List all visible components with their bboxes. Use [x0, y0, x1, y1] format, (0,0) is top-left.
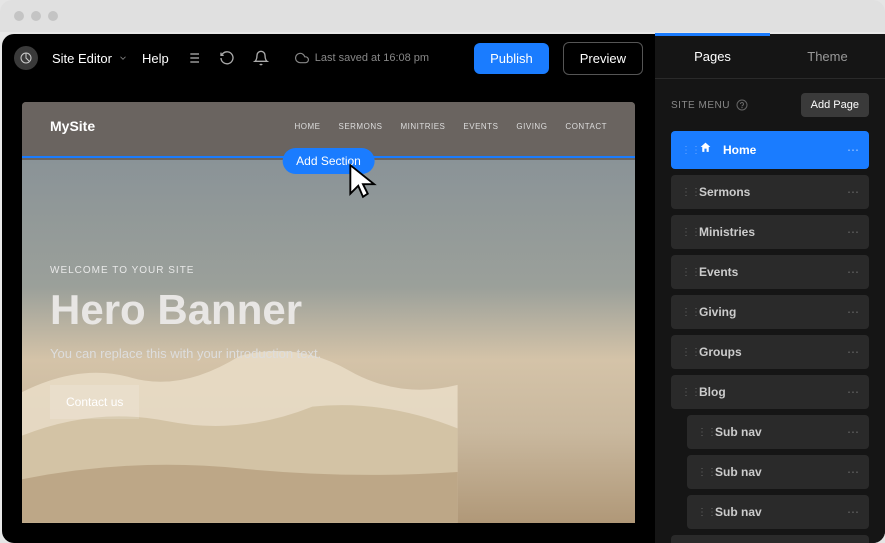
page-item[interactable]: ⋮⋮ Sub nav ⋯: [687, 455, 869, 489]
browser-frame: Site Editor Help Last saved at 16:0: [0, 0, 885, 543]
site-logo-text: MySite: [50, 118, 95, 134]
drag-handle-icon[interactable]: ⋮⋮: [681, 347, 689, 358]
tab-theme[interactable]: Theme: [770, 34, 885, 78]
app-window: Site Editor Help Last saved at 16:0: [2, 34, 885, 543]
page-item-label: Events: [699, 265, 837, 279]
hero-section: WELCOME TO YOUR SITE Hero Banner You can…: [22, 160, 635, 523]
hero-eyebrow: WELCOME TO YOUR SITE: [50, 265, 607, 276]
page-item-label: Blog: [699, 385, 837, 399]
page-list: ⋮⋮Home⋯⋮⋮Sermons⋯⋮⋮Ministries⋯⋮⋮Events⋯⋮…: [655, 131, 885, 543]
page-item[interactable]: ⋮⋮ Home ⋯: [671, 131, 869, 169]
list-icon: [185, 50, 201, 66]
site-header: MySite HOME SERMONS MINITRIES EVENTS GIVING C…: [22, 102, 635, 150]
page-item[interactable]: ⋮⋮Contact⋯: [671, 535, 869, 543]
tab-pages[interactable]: Pages: [655, 34, 770, 78]
save-status-text: Last saved at 16:08 pm: [315, 52, 429, 64]
drag-handle-icon[interactable]: ⋮⋮: [681, 187, 689, 198]
more-options-icon[interactable]: ⋯: [847, 305, 859, 319]
drag-handle-icon[interactable]: ⋮⋮: [681, 267, 689, 278]
compass-icon: [20, 52, 32, 64]
page-item[interactable]: ⋮⋮ Sub nav ⋯: [687, 415, 869, 449]
drag-handle-icon[interactable]: ⋮⋮: [681, 227, 689, 238]
publish-button[interactable]: Publish: [474, 43, 549, 74]
list-button[interactable]: [183, 48, 203, 68]
more-options-icon[interactable]: ⋯: [847, 385, 859, 399]
chevron-down-icon: [118, 53, 128, 63]
page-item-label: Groups: [699, 345, 837, 359]
cloud-icon: [295, 51, 309, 65]
more-options-icon[interactable]: ⋯: [847, 505, 859, 519]
page-item-label: Ministries: [699, 225, 837, 239]
cursor-pointer-icon: [344, 162, 382, 205]
page-item[interactable]: ⋮⋮ Blog ⋯: [671, 375, 869, 409]
add-page-button[interactable]: Add Page: [801, 93, 869, 117]
site-canvas[interactable]: MySite HOME SERMONS MINITRIES EVENTS GIVING C…: [22, 102, 635, 523]
more-options-icon[interactable]: ⋯: [847, 185, 859, 199]
page-item[interactable]: ⋮⋮ Giving ⋯: [671, 295, 869, 329]
home-icon: [699, 141, 713, 159]
hero-title: Hero Banner: [50, 286, 607, 334]
site-editor-dropdown[interactable]: Site Editor: [52, 51, 128, 66]
help-label: Help: [142, 51, 169, 66]
page-item-label: Sub nav: [715, 465, 837, 479]
page-item-label: Sub nav: [715, 425, 837, 439]
drag-handle-icon[interactable]: ⋮⋮: [681, 387, 689, 398]
site-nav: HOME SERMONS MINITRIES EVENTS GIVING CONTACT: [294, 122, 607, 131]
window-control-dot: [48, 11, 58, 21]
undo-icon: [219, 50, 235, 66]
sidebar-header: SITE MENU Add Page: [655, 79, 885, 131]
canvas-wrapper: MySite HOME SERMONS MINITRIES EVENTS GIVING C…: [2, 82, 655, 543]
page-item-label: Sermons: [699, 185, 837, 199]
page-item[interactable]: ⋮⋮ Sermons ⋯: [671, 175, 869, 209]
drag-handle-icon[interactable]: ⋮⋮: [681, 307, 689, 318]
hero-contact-button[interactable]: Contact us: [50, 385, 139, 419]
site-nav-item[interactable]: EVENTS: [463, 122, 498, 131]
sidebar: Pages Theme SITE MENU Add Page ⋮⋮Home⋯⋮⋮…: [655, 34, 885, 543]
drag-handle-icon[interactable]: ⋮⋮: [681, 145, 689, 156]
page-item-label: Sub nav: [715, 505, 837, 519]
more-options-icon[interactable]: ⋯: [847, 425, 859, 439]
site-editor-label: Site Editor: [52, 51, 112, 66]
main-area: Site Editor Help Last saved at 16:0: [2, 34, 655, 543]
sidebar-tabs: Pages Theme: [655, 34, 885, 79]
help-link[interactable]: Help: [142, 51, 169, 66]
hero-subtitle: You can replace this with your introduct…: [50, 346, 607, 361]
more-options-icon[interactable]: ⋯: [847, 465, 859, 479]
drag-handle-icon[interactable]: ⋮⋮: [697, 467, 705, 478]
site-nav-item[interactable]: SERMONS: [338, 122, 382, 131]
drag-handle-icon[interactable]: ⋮⋮: [697, 427, 705, 438]
site-menu-label: SITE MENU: [671, 99, 748, 111]
page-item-label: Giving: [699, 305, 837, 319]
more-options-icon[interactable]: ⋯: [847, 345, 859, 359]
drag-handle-icon[interactable]: ⋮⋮: [697, 507, 705, 518]
topbar: Site Editor Help Last saved at 16:0: [2, 34, 655, 82]
site-nav-item[interactable]: CONTACT: [565, 122, 607, 131]
more-options-icon[interactable]: ⋯: [847, 265, 859, 279]
more-options-icon[interactable]: ⋯: [847, 225, 859, 239]
page-item[interactable]: ⋮⋮ Groups ⋯: [671, 335, 869, 369]
site-nav-item[interactable]: MINITRIES: [400, 122, 445, 131]
page-item-label: Home: [723, 143, 837, 157]
preview-button[interactable]: Preview: [563, 42, 643, 75]
help-circle-icon[interactable]: [736, 99, 748, 111]
page-item[interactable]: ⋮⋮ Sub nav ⋯: [687, 495, 869, 529]
save-status: Last saved at 16:08 pm: [295, 51, 429, 65]
app-logo[interactable]: [14, 46, 38, 70]
browser-titlebar: [0, 0, 885, 32]
page-item[interactable]: ⋮⋮ Ministries ⋯: [671, 215, 869, 249]
window-control-dot: [14, 11, 24, 21]
more-options-icon[interactable]: ⋯: [847, 143, 859, 157]
window-control-dot: [31, 11, 41, 21]
undo-button[interactable]: [217, 48, 237, 68]
page-item[interactable]: ⋮⋮ Events ⋯: [671, 255, 869, 289]
site-nav-item[interactable]: GIVING: [516, 122, 547, 131]
site-nav-item[interactable]: HOME: [294, 122, 320, 131]
notifications-button[interactable]: [251, 48, 271, 68]
bell-icon: [253, 50, 269, 66]
